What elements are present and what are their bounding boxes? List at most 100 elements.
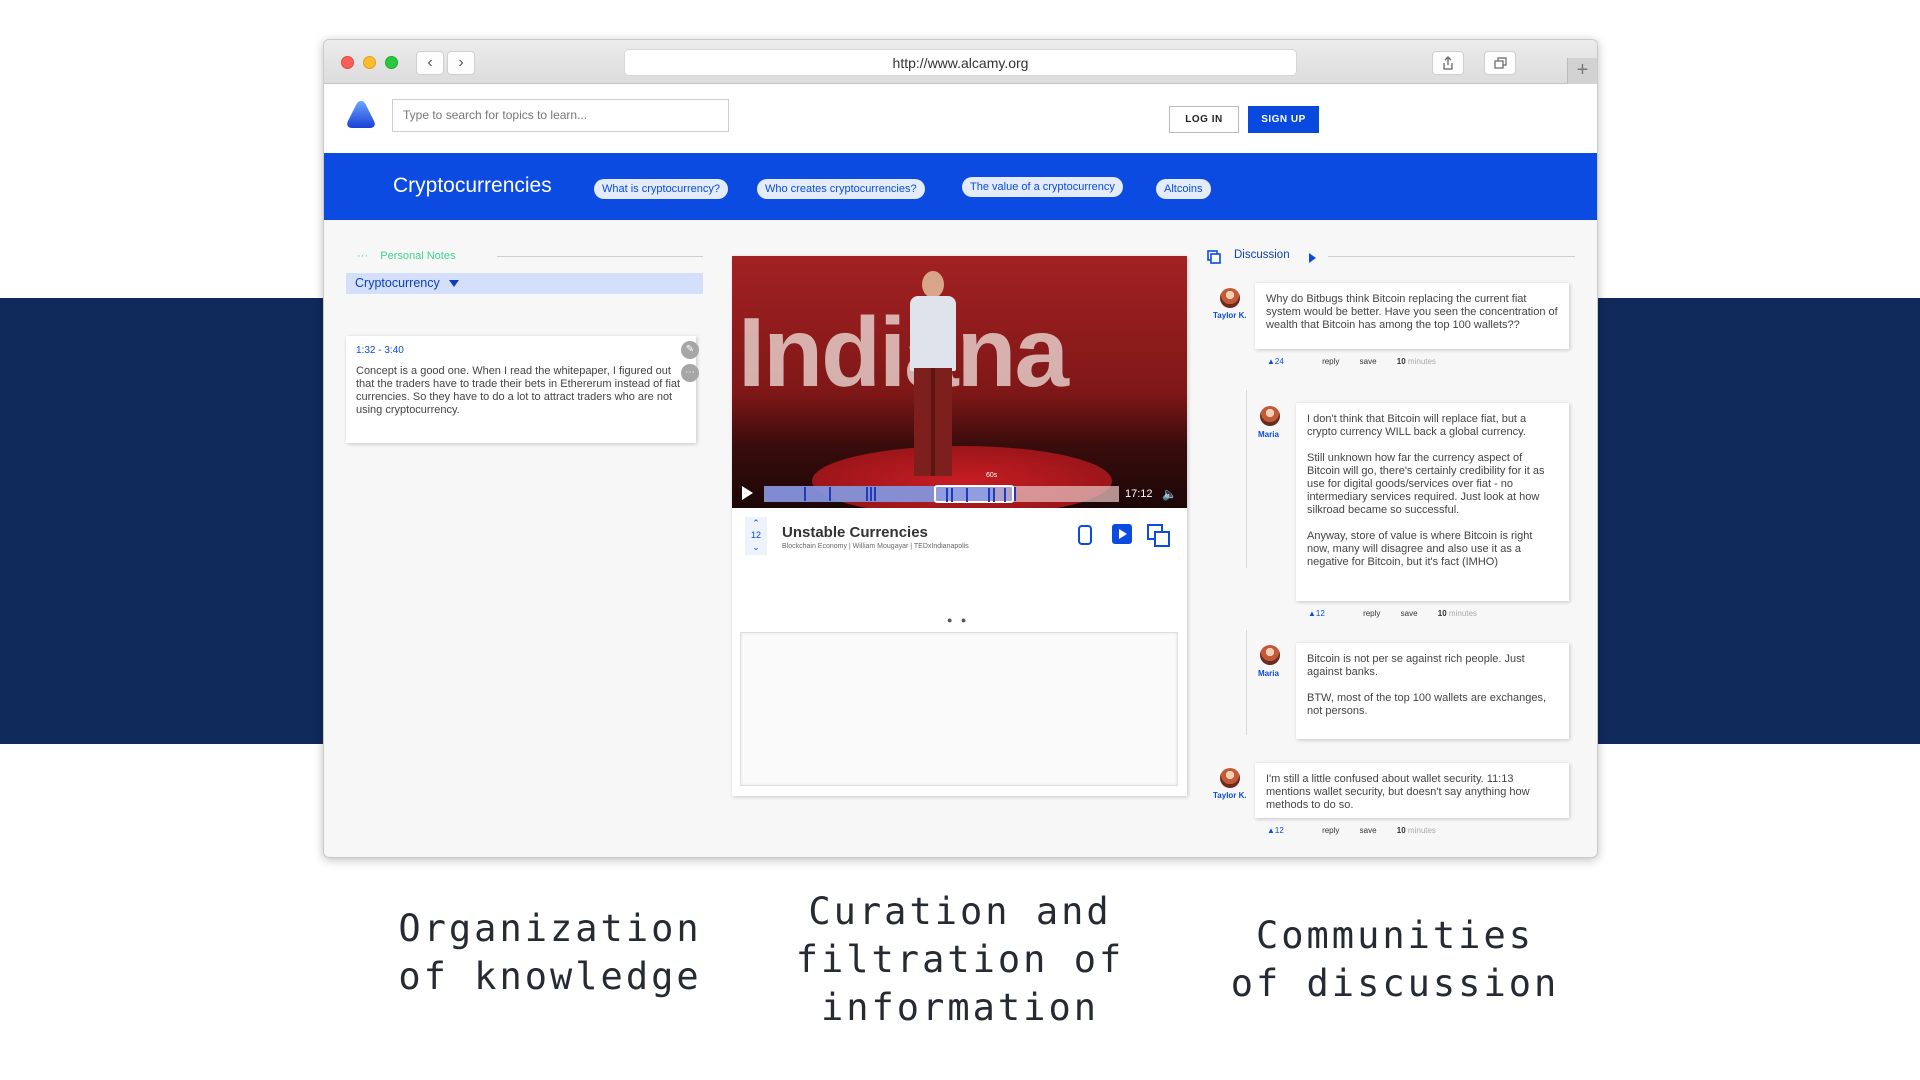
comment-author[interactable]: Taylor K. [1213,311,1247,320]
avatar[interactable] [1260,406,1280,426]
presentation-slide: ‹ › http://www.alcamy.org + Type to sear… [0,0,1920,1080]
browser-toolbar: ‹ › http://www.alcamy.org + [324,40,1597,84]
note-card[interactable]: 1:32 - 3:40 Concept is a good one. When … [346,336,696,443]
comment-text: BTW, most of the top 100 wallets are exc… [1307,692,1547,717]
forward-button[interactable]: › [447,51,475,75]
comment-card: I'm still a little confused about wallet… [1255,763,1569,818]
like-value: 12 [1274,826,1284,835]
thread-line [1246,390,1247,568]
caption-line: filtration of [795,938,1125,981]
new-tab-button[interactable]: + [1567,58,1597,84]
play-icon[interactable] [742,486,753,500]
topic-chip-value[interactable]: The value of a cryptocurrency [962,177,1123,197]
topic-chip-what-is[interactable]: What is cryptocurrency? [594,179,728,199]
annotation-marker[interactable] [866,487,868,501]
discussion-heading[interactable]: Discussion [1234,249,1290,261]
maximize-window-button[interactable] [385,56,398,69]
comment-author[interactable]: Taylor K. [1213,791,1247,800]
note-time-range[interactable]: 1:32 - 3:40 [356,345,686,356]
tabs-overview-button[interactable] [1484,51,1516,75]
annotation-marker[interactable] [946,488,948,502]
share-icon [1443,56,1453,70]
login-button[interactable]: LOG IN [1169,106,1239,133]
discussion-play-icon[interactable] [1309,253,1316,263]
comment-text: I'm still a little confused about wallet… [1266,773,1530,811]
comment-actions: ▲12 reply save 10 minutes [1267,826,1454,835]
downvote-icon[interactable]: ⌄ [745,541,767,553]
comment-card: I don't think that Bitcoin will replace … [1296,403,1569,601]
copy-icon[interactable] [1207,250,1221,264]
topic-bar: Cryptocurrencies What is cryptocurrency?… [324,153,1597,220]
annotation-marker[interactable] [804,487,806,501]
personal-notes-label: Personal Notes [380,250,456,262]
annotation-marker[interactable] [874,487,876,501]
vote-count: 12 [750,530,761,540]
save-link[interactable]: save [1401,609,1418,618]
caret-down-icon [449,280,460,288]
vote-widget[interactable]: ⌃ 12 ⌄ [745,517,767,555]
like-count[interactable]: ▲12 [1308,609,1343,618]
video-info: ⌃ 12 ⌄ Unstable Currencies Blockchain Ec… [732,508,1187,625]
placeholder-card [740,632,1178,786]
comment-text: Why do Bitbugs think Bitcoin replacing t… [1266,293,1558,331]
caption-line: of discussion [1230,962,1560,1005]
divider [497,256,703,257]
annotation-marker[interactable] [988,488,990,502]
comment-actions: ▲12 reply save 10 minutes [1308,609,1495,618]
video-title[interactable]: Unstable Currencies [782,524,928,541]
avatar[interactable] [1260,645,1280,665]
video-progress-bar[interactable] [764,485,1119,503]
video-play-icon[interactable] [1112,524,1132,544]
signup-button[interactable]: SIGN UP [1248,106,1319,133]
edit-note-icon[interactable]: ✎ [681,341,699,359]
carousel-dots[interactable]: ● ● [947,615,969,625]
annotation-marker[interactable] [829,487,831,501]
alcamy-logo[interactable] [346,99,376,129]
time-unit: minutes [1407,826,1436,835]
stage-backdrop-text: Indiana [738,297,1069,407]
topic-chip-altcoins[interactable]: Altcoins [1156,179,1211,199]
minimize-window-button[interactable] [363,56,376,69]
like-count[interactable]: ▲24 [1267,357,1302,366]
volume-icon[interactable]: 🔈 [1162,487,1177,501]
back-button[interactable]: ‹ [416,51,444,75]
speaker-figure [910,296,956,371]
annotation-marker[interactable] [1014,487,1016,501]
comment-author[interactable]: Maria [1258,430,1279,439]
comment-actions: ▲24 reply save 10 minutes [1267,357,1454,366]
clip-length-label: 60s [986,472,998,479]
annotation-marker[interactable] [951,488,953,502]
video-player[interactable]: Indiana 60s 17:12 🔈 [732,256,1187,508]
reply-link[interactable]: reply [1363,609,1380,618]
time-unit: minutes [1407,357,1436,366]
save-link[interactable]: save [1360,826,1377,835]
upvote-icon[interactable]: ⌃ [745,517,767,529]
caption-line: Curation and [808,890,1112,933]
speaker-figure [922,271,944,298]
speaker-figure [914,368,952,476]
close-window-button[interactable] [341,56,354,69]
reply-link[interactable]: reply [1322,357,1339,366]
annotation-marker[interactable] [870,487,872,501]
copy-clip-icon[interactable] [1147,524,1171,548]
tabs-icon [1493,57,1507,69]
clip-selection-handle[interactable] [934,485,1014,503]
topic-search-input[interactable]: Type to search for topics to learn... [392,99,729,132]
like-count[interactable]: ▲12 [1267,826,1302,835]
caption-line: of knowledge [398,955,702,998]
comment-author[interactable]: Maria [1258,669,1279,678]
share-button[interactable] [1432,51,1464,75]
topic-chip-who-creates[interactable]: Who creates cryptocurrencies? [757,179,925,199]
reply-link[interactable]: reply [1322,826,1339,835]
annotation-marker[interactable] [993,488,995,502]
avatar[interactable] [1220,288,1240,308]
save-link[interactable]: save [1360,357,1377,366]
annotation-marker[interactable] [1004,488,1006,502]
mobile-device-icon[interactable] [1077,524,1093,546]
avatar[interactable] [1220,768,1240,788]
comment-text: Bitcoin is not per se against rich peopl… [1307,653,1525,678]
address-bar[interactable]: http://www.alcamy.org [624,49,1297,76]
annotation-marker[interactable] [966,488,968,502]
notes-topic-dropdown[interactable]: Cryptocurrency [346,273,703,294]
note-options-icon[interactable]: ⋯ [681,364,699,382]
